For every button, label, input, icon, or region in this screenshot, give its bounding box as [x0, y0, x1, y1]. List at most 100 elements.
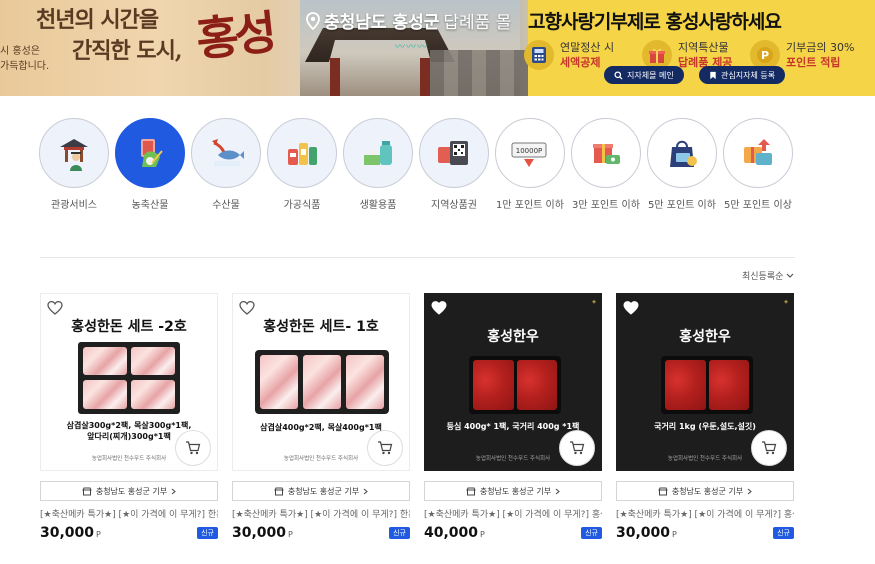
- location-name: 충청남도 홍성군: [324, 13, 440, 33]
- region-donate-button[interactable]: 충청남도 홍성군 기부: [424, 481, 602, 501]
- banner-slogan-line1: 천년의 시간을: [36, 7, 159, 33]
- pork-meat-image: [131, 380, 175, 409]
- location-title: 충청남도 홍성군 답례품 몰: [306, 8, 511, 33]
- category-seafood[interactable]: 수산물: [190, 118, 262, 211]
- category-label: 지역상품권: [431, 200, 477, 211]
- image-product-name: 홍성한돈 세트 -2호: [71, 319, 187, 335]
- farm-produce-icon: [115, 118, 185, 188]
- product-title[interactable]: [★축산메카 특가★] [★이 가격에 이 무게?] 홍성한우 혼합세트 800…: [424, 509, 602, 522]
- beef-meat-image: [665, 360, 706, 410]
- new-badge: 신규: [581, 527, 602, 539]
- product-image[interactable]: ◈ 홍성한우 국거리 1kg (우둔,설도,설깃) 농업회사법인 천수무드 주식…: [616, 293, 794, 471]
- cart-icon: [570, 441, 585, 455]
- benefit-line1: 연말정산 시: [560, 41, 615, 54]
- headline-prefix: 고향사랑기부제로: [528, 11, 666, 33]
- price-unit: P: [288, 530, 293, 539]
- new-badge: 신규: [197, 527, 218, 539]
- pork-meat-image: [83, 347, 127, 375]
- promo-banner[interactable]: 천년의 시간을 간직한 도시, 홍성 시 홍성은 가득합니다. 충청남도 홍성군…: [0, 0, 875, 96]
- benefit-line1: 기부금의 30%: [786, 41, 855, 54]
- seafood-icon: [191, 118, 261, 188]
- region-donate-button[interactable]: 충청남도 홍성군 기부: [616, 481, 794, 501]
- product-title[interactable]: [★축산메카 특가★] [★이 가격에 이 무게?] 한돈세트 1호(삼겹살/목…: [232, 509, 410, 522]
- category-label: 1만 포인트 이하: [496, 200, 564, 211]
- new-badge: 신규: [773, 527, 794, 539]
- favorite-region-label: 관심지자체 등록: [721, 70, 776, 80]
- banner-brush-text: 홍성: [193, 5, 276, 67]
- sort-dropdown[interactable]: 최신등록순: [742, 269, 794, 282]
- region-donate-button[interactable]: 충청남도 홍성군 기부: [232, 481, 410, 501]
- local-mall-main-button[interactable]: 지자체몰 메인: [604, 66, 684, 84]
- category-point-50k[interactable]: 5만 포인트 이하: [646, 118, 718, 211]
- add-to-cart-button[interactable]: [175, 430, 211, 466]
- favorite-region-button[interactable]: 관심지자체 등록: [699, 66, 786, 84]
- store-icon: [82, 487, 92, 495]
- product-price: 30,000 P: [232, 525, 293, 541]
- add-to-cart-button[interactable]: [559, 430, 595, 466]
- region-label: 충청남도 홍성군 기부: [671, 486, 744, 496]
- category-point-10k[interactable]: 10000P 1만 포인트 이하: [494, 118, 566, 211]
- voucher-icon: [419, 118, 489, 188]
- sort-label: 최신등록순: [742, 272, 784, 282]
- region-label: 충청남도 홍성군 기부: [95, 486, 168, 496]
- price-row: 30,000 P 신규: [40, 525, 218, 541]
- product-image[interactable]: 홍성한돈 세트- 1호 삼겹살400g*2팩, 목살400g*1팩 농업회사법인…: [232, 293, 410, 471]
- add-to-cart-button[interactable]: [751, 430, 787, 466]
- headline-strong: 홍성사랑하세요: [665, 11, 781, 33]
- pork-meat-image: [131, 347, 175, 375]
- banner-headline: 고향사랑기부제로 홍성사랑하세요: [528, 7, 782, 34]
- store-icon: [466, 487, 476, 495]
- price-value: 40,000: [424, 525, 479, 541]
- category-point-over-50k[interactable]: 5만 포인트 이상: [722, 118, 794, 211]
- region-label: 충청남도 홍성군 기부: [287, 486, 360, 496]
- search-icon: [614, 70, 623, 80]
- chevron-right-icon: [363, 488, 368, 494]
- heart-icon[interactable]: [623, 300, 639, 316]
- brand-logo-mark: ◈: [784, 299, 788, 305]
- category-farm-produce[interactable]: 농축산물: [114, 118, 186, 211]
- price-row: 30,000 P 신규: [232, 525, 410, 541]
- product-card[interactable]: 홍성한돈 세트- 1호 삼겹살400g*2팩, 목살400g*1팩 농업회사법인…: [232, 293, 410, 541]
- category-tourism[interactable]: 관광서비스: [38, 118, 110, 211]
- location-pin-icon: [306, 11, 320, 30]
- category-label: 5만 포인트 이상: [724, 200, 792, 211]
- heart-icon[interactable]: [47, 300, 63, 316]
- price-row: 30,000 P 신규: [616, 525, 794, 541]
- svg-text:P: P: [761, 49, 769, 62]
- local-mall-main-label: 지자체몰 메인: [627, 70, 674, 80]
- heart-icon[interactable]: [431, 300, 447, 316]
- tourism-icon: [39, 118, 109, 188]
- category-label: 3만 포인트 이하: [572, 200, 640, 211]
- benefit-line2: 포인트 적립: [786, 56, 841, 69]
- chevron-right-icon: [171, 488, 176, 494]
- category-label: 가공식품: [283, 200, 321, 211]
- region-donate-button[interactable]: 충청남도 홍성군 기부: [40, 481, 218, 501]
- brand-logo-mark: ◈: [592, 299, 596, 305]
- fortress-wall-image: [430, 50, 530, 96]
- product-card[interactable]: ◈ 홍성한우 등심 400g* 1팩, 국거리 400g *1팩 농업회사법인 …: [424, 293, 602, 541]
- product-image[interactable]: 홍성한돈 세트 -2호 삼겹살300g*2팩, 목살300g*1팩, 앞다리(찌…: [40, 293, 218, 471]
- product-card[interactable]: ◈ 홍성한우 국거리 1kg (우둔,설도,설깃) 농업회사법인 천수무드 주식…: [616, 293, 794, 541]
- heart-icon[interactable]: [239, 300, 255, 316]
- product-card[interactable]: 홍성한돈 세트 -2호 삼겹살300g*2팩, 목살300g*1팩, 앞다리(찌…: [40, 293, 218, 541]
- category-point-30k[interactable]: 3만 포인트 이하: [570, 118, 642, 211]
- chevron-right-icon: [747, 488, 752, 494]
- section-divider: [40, 257, 795, 258]
- new-badge: 신규: [389, 527, 410, 539]
- category-label: 관광서비스: [51, 200, 97, 211]
- add-to-cart-button[interactable]: [367, 430, 403, 466]
- product-image[interactable]: ◈ 홍성한우 등심 400g* 1팩, 국거리 400g *1팩 농업회사법인 …: [424, 293, 602, 471]
- category-household[interactable]: 생활용품: [342, 118, 414, 211]
- region-label: 충청남도 홍성군 기부: [479, 486, 552, 496]
- benefit-tax: 연말정산 시 세액공제: [524, 40, 614, 70]
- product-title[interactable]: [★축산메카 특가★] [★이 가격에 이 무게?] 홍성한우 국거리 1Kg: [616, 509, 794, 522]
- product-price: 30,000 P: [616, 525, 677, 541]
- category-processed-food[interactable]: 가공식품: [266, 118, 338, 211]
- store-icon: [658, 487, 668, 495]
- product-price: 30,000 P: [40, 525, 101, 541]
- product-price: 40,000 P: [424, 525, 485, 541]
- category-voucher[interactable]: 지역상품권: [418, 118, 490, 211]
- product-title[interactable]: [★축산메카 특가★] [★이 가격에 이 무게?] 한돈세트 2호(찌개용 포…: [40, 509, 218, 522]
- chevron-right-icon: [555, 488, 560, 494]
- location-suffix: 답례품 몰: [443, 13, 512, 33]
